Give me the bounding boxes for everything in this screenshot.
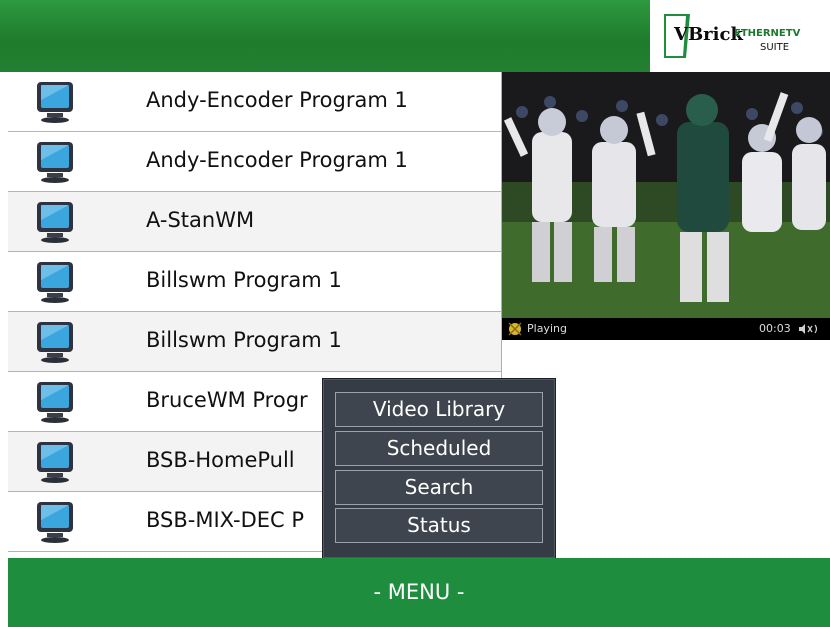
tv-monitor-icon (37, 82, 73, 123)
program-name: Andy-Encoder Program 1 (146, 148, 408, 172)
footer-left-edge (0, 558, 8, 627)
tv-monitor-icon (37, 382, 73, 423)
menu-item-search[interactable]: Search (335, 470, 543, 505)
program-name: BSB-HomePull (146, 448, 295, 472)
playing-status-icon (508, 322, 522, 336)
player-status-bar: Playing 00:03 (502, 318, 830, 340)
tv-monitor-icon (37, 502, 73, 543)
player-time-text: 00:03 (759, 322, 791, 335)
program-name: Billswm Program 1 (146, 328, 342, 352)
tv-monitor-icon (37, 142, 73, 183)
menu-button[interactable]: - MENU - (8, 558, 830, 627)
program-name: BruceWM Progr (146, 388, 308, 412)
program-row[interactable]: Billswm Program 1 (8, 252, 501, 312)
tv-monitor-icon (37, 202, 73, 243)
menu-item-status[interactable]: Status (335, 508, 543, 543)
program-row[interactable]: Andy-Encoder Program 1 (8, 132, 501, 192)
tv-monitor-icon (37, 322, 73, 363)
tv-monitor-icon (37, 442, 73, 483)
player-state-text: Playing (527, 322, 567, 335)
program-row[interactable]: Billswm Program 1 (8, 312, 501, 372)
program-name: BSB-MIX-DEC P (146, 508, 305, 532)
logo-suite-text: SUITE (760, 42, 789, 53)
program-row[interactable]: A-StanWM (8, 192, 501, 252)
video-preview[interactable] (502, 72, 830, 318)
menu-item-scheduled[interactable]: Scheduled (335, 431, 543, 466)
volume-icon[interactable] (798, 323, 820, 335)
program-name: Andy-Encoder Program 1 (146, 88, 408, 112)
tv-monitor-icon (37, 262, 73, 303)
program-name: A-StanWM (146, 208, 255, 232)
video-frame-image (502, 72, 830, 318)
logo-product-text: ETHERNETV (734, 28, 801, 39)
menu-item-video-library[interactable]: Video Library (335, 392, 543, 427)
vbrick-logo: VBrick ETHERNETV SUITE (662, 10, 812, 62)
popup-menu: Video Library Scheduled Search Status (322, 378, 556, 559)
program-row[interactable]: Andy-Encoder Program 1 (8, 72, 501, 132)
program-name: Billswm Program 1 (146, 268, 342, 292)
logo-main-text: VBrick (673, 24, 743, 45)
